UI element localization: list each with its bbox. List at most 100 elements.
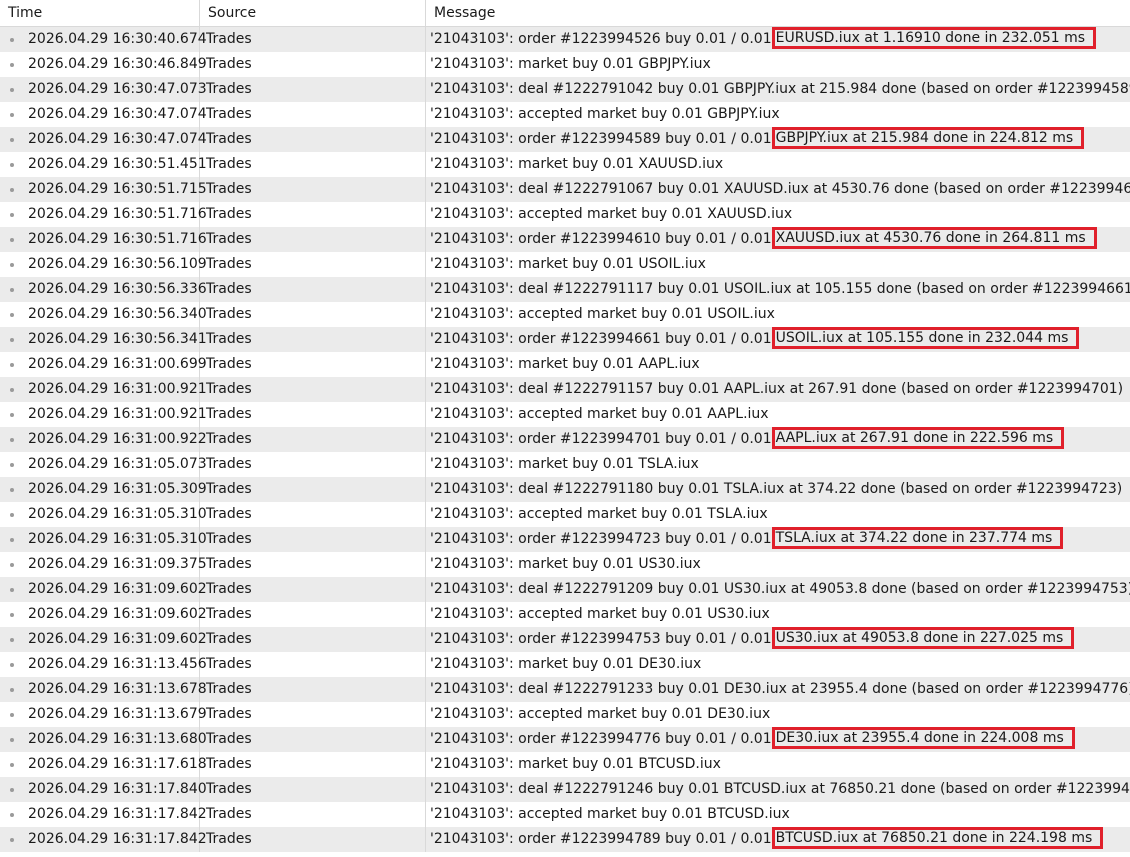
bullet-icon xyxy=(10,88,14,92)
table-row[interactable]: 2026.04.29 16:31:09.602 Trades '21043103':… xyxy=(0,577,1130,602)
column-header-message[interactable]: Message xyxy=(426,0,1130,26)
time-text: 2026.04.29 16:31:00.921 xyxy=(28,406,207,422)
column-header-time[interactable]: Time xyxy=(0,0,200,26)
source-cell: Trades xyxy=(200,652,426,677)
table-row[interactable]: 2026.04.29 16:31:09.602 Trades '21043103':… xyxy=(0,627,1130,652)
time-cell: 2026.04.29 16:31:13.678 xyxy=(0,677,207,702)
message-text: '21043103': deal #1222791067 buy 0.01 XA… xyxy=(430,181,1130,197)
table-row[interactable]: 2026.04.29 16:31:17.842 Trades '21043103':… xyxy=(0,802,1130,827)
time-cell: 2026.04.29 16:30:40.674 xyxy=(0,27,207,52)
source-cell: Trades xyxy=(200,602,426,627)
message-text: '21043103': order #1223994610 buy 0.01 /… xyxy=(430,231,772,247)
table-row[interactable]: 2026.04.29 16:30:56.340 Trades '21043103':… xyxy=(0,302,1130,327)
table-row[interactable]: 2026.04.29 16:30:47.074 Trades '21043103':… xyxy=(0,102,1130,127)
source-cell: Trades xyxy=(200,377,426,402)
time-cell: 2026.04.29 16:31:17.842 xyxy=(0,802,207,827)
table-row[interactable]: 2026.04.29 16:31:09.375 Trades '21043103':… xyxy=(0,552,1130,577)
time-text: 2026.04.29 16:30:56.109 xyxy=(28,256,207,272)
time-text: 2026.04.29 16:31:09.602 xyxy=(28,606,207,622)
source-cell: Trades xyxy=(200,177,426,202)
table-row[interactable]: 2026.04.29 16:31:05.310 Trades '21043103':… xyxy=(0,527,1130,552)
table-row[interactable]: 2026.04.29 16:31:17.618 Trades '21043103':… xyxy=(0,752,1130,777)
time-text: 2026.04.29 16:30:46.849 xyxy=(28,56,207,72)
source-cell: Trades xyxy=(200,702,426,727)
time-cell: 2026.04.29 16:30:47.074 xyxy=(0,102,207,127)
time-text: 2026.04.29 16:30:47.073 xyxy=(28,81,207,97)
message-text: '21043103': market buy 0.01 US30.iux xyxy=(430,556,701,572)
source-cell: Trades xyxy=(200,477,426,502)
source-cell: Trades xyxy=(200,827,426,852)
source-cell: Trades xyxy=(200,152,426,177)
time-cell: 2026.04.29 16:30:51.716 xyxy=(0,202,207,227)
time-text: 2026.04.29 16:31:05.073 xyxy=(28,456,207,472)
message-text: '21043103': accepted market buy 0.01 DE3… xyxy=(430,706,771,722)
bullet-icon xyxy=(10,638,14,642)
message-cell: '21043103': deal #1222791042 buy 0.01 GB… xyxy=(426,77,1130,102)
time-text: 2026.04.29 16:30:47.074 xyxy=(28,106,207,122)
table-row[interactable]: 2026.04.29 16:31:13.680 Trades '21043103':… xyxy=(0,727,1130,752)
source-cell: Trades xyxy=(200,527,426,552)
table-row[interactable]: 2026.04.29 16:30:51.716 Trades '21043103':… xyxy=(0,202,1130,227)
message-text: '21043103': order #1223994701 buy 0.01 /… xyxy=(430,431,772,447)
table-row[interactable]: 2026.04.29 16:31:05.073 Trades '21043103':… xyxy=(0,452,1130,477)
message-text: '21043103': market buy 0.01 AAPL.iux xyxy=(430,356,700,372)
bullet-icon xyxy=(10,488,14,492)
message-text: '21043103': deal #1222791180 buy 0.01 TS… xyxy=(430,481,1123,497)
time-cell: 2026.04.29 16:31:13.456 xyxy=(0,652,207,677)
table-row[interactable]: 2026.04.29 16:30:51.715 Trades '21043103':… xyxy=(0,177,1130,202)
table-row[interactable]: 2026.04.29 16:30:47.074 Trades '21043103':… xyxy=(0,127,1130,152)
time-text: 2026.04.29 16:31:05.309 xyxy=(28,481,207,497)
message-text: '21043103': order #1223994723 buy 0.01 /… xyxy=(430,531,772,547)
bullet-icon xyxy=(10,338,14,342)
message-text: '21043103': accepted market buy 0.01 GBP… xyxy=(430,106,780,122)
message-text: '21043103': deal #1222791157 buy 0.01 AA… xyxy=(430,381,1124,397)
bullet-icon xyxy=(10,163,14,167)
message-cell: '21043103': market buy 0.01 US30.iux xyxy=(426,552,1130,577)
table-row[interactable]: 2026.04.29 16:31:09.602 Trades '21043103':… xyxy=(0,602,1130,627)
message-cell: '21043103': order #1223994610 buy 0.01 /… xyxy=(426,227,1130,252)
time-text: 2026.04.29 16:31:00.922 xyxy=(28,431,207,447)
table-row[interactable]: 2026.04.29 16:31:13.679 Trades '21043103':… xyxy=(0,702,1130,727)
table-header: Time Source Message xyxy=(0,0,1130,27)
table-row[interactable]: 2026.04.29 16:31:00.921 Trades '21043103':… xyxy=(0,377,1130,402)
highlighted-result: BTCUSD.iux at 76850.21 done in 224.198 m… xyxy=(771,827,1104,849)
table-row[interactable]: 2026.04.29 16:31:00.922 Trades '21043103':… xyxy=(0,427,1130,452)
time-cell: 2026.04.29 16:30:56.341 xyxy=(0,327,207,352)
highlighted-result: XAUUSD.iux at 4530.76 done in 264.811 ms xyxy=(771,227,1097,249)
time-cell: 2026.04.29 16:31:05.310 xyxy=(0,527,207,552)
source-cell: Trades xyxy=(200,277,426,302)
table-row[interactable]: 2026.04.29 16:31:17.842 Trades '21043103':… xyxy=(0,827,1130,852)
time-cell: 2026.04.29 16:31:05.309 xyxy=(0,477,207,502)
highlighted-result: USOIL.iux at 105.155 done in 232.044 ms xyxy=(771,327,1080,349)
bullet-icon xyxy=(10,788,14,792)
time-text: 2026.04.29 16:31:17.618 xyxy=(28,756,207,772)
table-row[interactable]: 2026.04.29 16:30:56.341 Trades '21043103':… xyxy=(0,327,1130,352)
table-row[interactable]: 2026.04.29 16:30:51.451 Trades '21043103':… xyxy=(0,152,1130,177)
message-cell: '21043103': market buy 0.01 TSLA.iux xyxy=(426,452,1130,477)
table-row[interactable]: 2026.04.29 16:31:00.921 Trades '21043103':… xyxy=(0,402,1130,427)
time-cell: 2026.04.29 16:30:56.336 xyxy=(0,277,207,302)
table-row[interactable]: 2026.04.29 16:30:40.674 Trades '21043103':… xyxy=(0,27,1130,52)
message-text: '21043103': market buy 0.01 BTCUSD.iux xyxy=(430,756,721,772)
table-row[interactable]: 2026.04.29 16:31:17.840 Trades '21043103':… xyxy=(0,777,1130,802)
table-row[interactable]: 2026.04.29 16:31:13.678 Trades '21043103':… xyxy=(0,677,1130,702)
source-cell: Trades xyxy=(200,552,426,577)
table-row[interactable]: 2026.04.29 16:30:46.849 Trades '21043103':… xyxy=(0,52,1130,77)
table-row[interactable]: 2026.04.29 16:30:47.073 Trades '21043103':… xyxy=(0,77,1130,102)
bullet-icon xyxy=(10,188,14,192)
table-row[interactable]: 2026.04.29 16:30:51.716 Trades '21043103':… xyxy=(0,227,1130,252)
bullet-icon xyxy=(10,238,14,242)
table-row[interactable]: 2026.04.29 16:30:56.336 Trades '21043103':… xyxy=(0,277,1130,302)
table-row[interactable]: 2026.04.29 16:31:13.456 Trades '21043103':… xyxy=(0,652,1130,677)
bullet-icon xyxy=(10,813,14,817)
message-cell: '21043103': order #1223994753 buy 0.01 /… xyxy=(426,627,1130,652)
time-text: 2026.04.29 16:30:56.340 xyxy=(28,306,207,322)
table-row[interactable]: 2026.04.29 16:30:56.109 Trades '21043103':… xyxy=(0,252,1130,277)
table-row[interactable]: 2026.04.29 16:31:05.309 Trades '21043103':… xyxy=(0,477,1130,502)
table-row[interactable]: 2026.04.29 16:31:00.699 Trades '21043103':… xyxy=(0,352,1130,377)
bullet-icon xyxy=(10,763,14,767)
message-cell: '21043103': market buy 0.01 AAPL.iux xyxy=(426,352,1130,377)
time-text: 2026.04.29 16:30:40.674 xyxy=(28,31,207,47)
column-header-source[interactable]: Source xyxy=(200,0,426,26)
table-row[interactable]: 2026.04.29 16:31:05.310 Trades '21043103':… xyxy=(0,502,1130,527)
